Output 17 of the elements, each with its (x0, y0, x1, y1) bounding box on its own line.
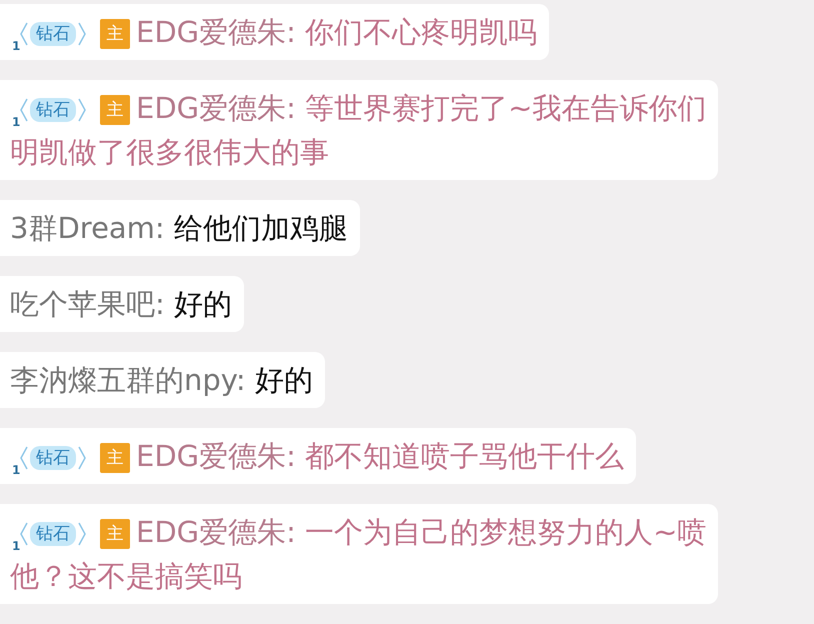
host-badge: 主 (100, 443, 130, 474)
medal-badge: 钻石 1 (10, 94, 92, 126)
medal-badge: 钻石 1 (10, 18, 92, 50)
message-text: 吃个苹果吧: 好的 (10, 287, 232, 321)
message-text: 3群Dream: 给他们加鸡腿 (10, 211, 348, 245)
message-text: 他？这不是搞笑吗 (10, 559, 242, 593)
message-text: EDG爱德朱: 一个为自己的梦想努力的人~喷 (136, 515, 706, 549)
host-badge: 主 (100, 19, 130, 50)
medal-badge: 钻石 1 (10, 442, 92, 474)
message-text: EDG爱德朱: 等世界赛打完了~我在告诉你们 (136, 91, 706, 125)
host-badge: 主 (100, 95, 130, 126)
message-text: EDG爱德朱: 你们不心疼明凯吗 (136, 15, 538, 49)
message-text: 李汭燦五群的npy: 好的 (10, 363, 313, 397)
message-text: 明凯做了很多很伟大的事 (10, 135, 329, 169)
message-text: EDG爱德朱: 都不知道喷子骂他干什么 (136, 439, 624, 473)
medal-badge: 钻石 1 (10, 518, 92, 550)
host-badge: 主 (100, 519, 130, 550)
